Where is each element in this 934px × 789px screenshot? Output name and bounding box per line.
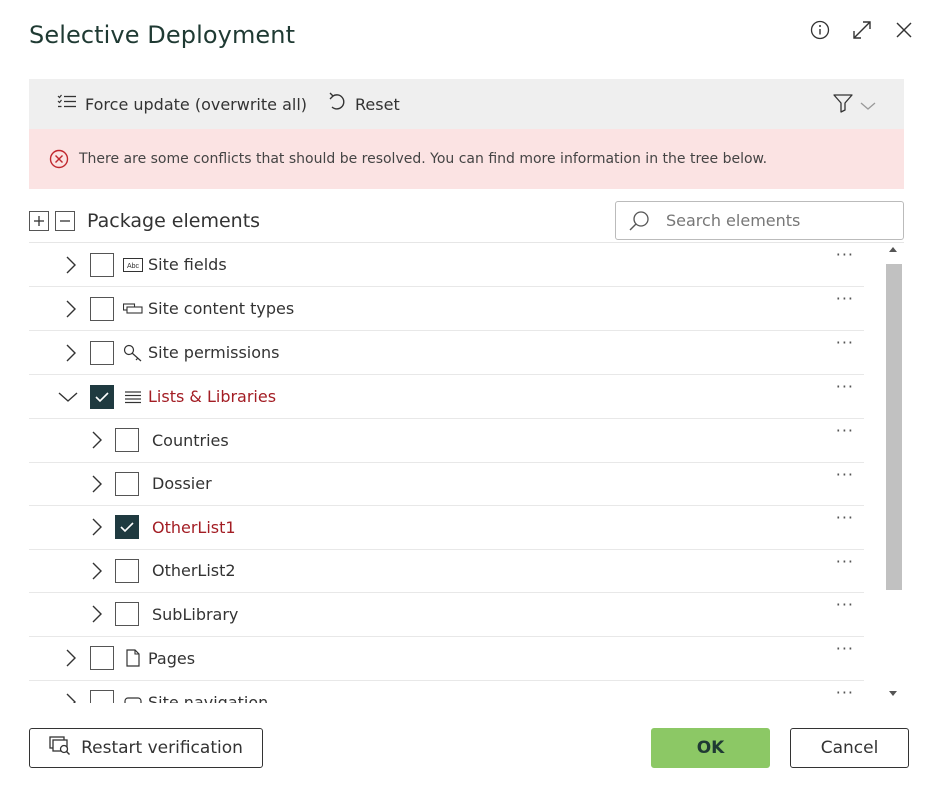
dialog-title: Selective Deployment bbox=[29, 21, 296, 49]
chevron-right-icon[interactable] bbox=[89, 604, 105, 624]
tree-child-row[interactable]: Countries ··· bbox=[29, 419, 864, 463]
tree-row[interactable]: Site content types ··· bbox=[29, 287, 864, 331]
scroll-up-arrow-icon[interactable] bbox=[889, 247, 897, 252]
tree-checkbox[interactable] bbox=[90, 252, 114, 277]
collapse-all-icon[interactable] bbox=[55, 211, 75, 231]
more-options-icon[interactable]: ··· bbox=[836, 553, 854, 569]
scroll-down-arrow-icon[interactable] bbox=[889, 691, 897, 696]
restart-verification-button[interactable]: Restart verification bbox=[29, 728, 263, 768]
tree-item-label: SubLibrary bbox=[152, 604, 239, 624]
tree-item-label: OtherList1 bbox=[152, 517, 236, 537]
page-icon bbox=[123, 649, 143, 667]
chevron-right-icon[interactable] bbox=[89, 474, 105, 494]
tree-checkbox[interactable] bbox=[115, 602, 139, 627]
chevron-down-icon bbox=[860, 96, 876, 115]
tree-row[interactable]: Lists & Libraries ··· bbox=[29, 375, 864, 419]
undo-icon bbox=[327, 92, 347, 116]
tree-row[interactable]: Site permissions ··· bbox=[29, 331, 864, 375]
tree-row[interactable]: Pages ··· bbox=[29, 637, 864, 681]
tree-item-label: Site permissions bbox=[148, 343, 280, 362]
chevron-right-icon[interactable] bbox=[63, 343, 79, 363]
chevron-down-icon[interactable] bbox=[57, 387, 79, 407]
search-box[interactable] bbox=[615, 201, 904, 240]
chevron-right-icon[interactable] bbox=[63, 692, 79, 703]
tree-item-label: Site fields bbox=[148, 255, 227, 274]
more-options-icon[interactable]: ··· bbox=[836, 510, 854, 526]
tree-checkbox[interactable] bbox=[90, 384, 114, 409]
chevron-right-icon[interactable] bbox=[63, 299, 79, 319]
tree-item-label: Site content types bbox=[148, 299, 295, 318]
reset-button[interactable]: Reset bbox=[327, 92, 400, 116]
verification-icon bbox=[49, 735, 71, 761]
tree-child-row[interactable]: SubLibrary ··· bbox=[29, 593, 864, 637]
filter-dropdown[interactable] bbox=[832, 93, 876, 117]
navigation-icon bbox=[123, 693, 143, 703]
package-tree: Abc Site fields ··· Site content types ··· Si… bbox=[29, 242, 904, 703]
alert-text: There are some conflicts that should be … bbox=[79, 151, 768, 167]
svg-text:Abc: Abc bbox=[127, 263, 140, 270]
more-options-icon[interactable]: ··· bbox=[836, 335, 854, 351]
more-options-icon[interactable]: ··· bbox=[836, 597, 854, 613]
text-field-icon: Abc bbox=[123, 256, 143, 274]
chevron-right-icon[interactable] bbox=[63, 648, 79, 668]
more-options-icon[interactable]: ··· bbox=[836, 640, 854, 656]
tree-child-row[interactable]: OtherList1 ··· bbox=[29, 506, 864, 550]
tree-checkbox[interactable] bbox=[90, 340, 114, 365]
chevron-right-icon[interactable] bbox=[89, 517, 105, 537]
tree-row[interactable]: Site navigation ··· bbox=[29, 681, 864, 704]
toolbar: Force update (overwrite all) Reset bbox=[29, 79, 904, 129]
tree-checkbox[interactable] bbox=[115, 558, 139, 583]
search-input[interactable] bbox=[666, 211, 886, 230]
tree-child-row[interactable]: OtherList2 ··· bbox=[29, 550, 864, 593]
close-icon[interactable] bbox=[892, 18, 916, 42]
conflict-alert: There are some conflicts that should be … bbox=[29, 129, 904, 189]
more-options-icon[interactable]: ··· bbox=[836, 291, 854, 307]
key-icon bbox=[123, 344, 143, 362]
expand-all-icon[interactable] bbox=[29, 211, 49, 231]
cancel-button[interactable]: Cancel bbox=[790, 728, 909, 768]
tree-item-label: OtherList2 bbox=[152, 561, 236, 581]
tree-item-label: Dossier bbox=[152, 474, 212, 494]
restart-verification-label: Restart verification bbox=[81, 738, 243, 758]
chevron-right-icon[interactable] bbox=[63, 255, 79, 275]
tree-checkbox[interactable] bbox=[90, 690, 114, 703]
content-type-icon bbox=[123, 300, 143, 318]
filter-icon bbox=[832, 93, 854, 117]
error-circle-icon bbox=[49, 149, 69, 169]
tree-item-label: Countries bbox=[152, 430, 229, 450]
chevron-right-icon[interactable] bbox=[89, 561, 105, 581]
info-icon[interactable] bbox=[808, 18, 832, 42]
tree-item-label: Site navigation bbox=[148, 692, 269, 704]
force-update-label: Force update (overwrite all) bbox=[85, 94, 308, 114]
reset-label: Reset bbox=[355, 94, 400, 114]
search-icon bbox=[628, 210, 650, 232]
ok-button[interactable]: OK bbox=[651, 728, 770, 768]
chevron-right-icon[interactable] bbox=[89, 430, 105, 450]
vertical-scrollbar[interactable] bbox=[884, 243, 904, 703]
force-update-button[interactable]: Force update (overwrite all) bbox=[57, 94, 307, 114]
more-options-icon[interactable]: ··· bbox=[836, 684, 854, 700]
checklist-icon bbox=[57, 94, 77, 114]
tree-item-label: Pages bbox=[148, 648, 196, 668]
tree-checkbox[interactable] bbox=[90, 296, 114, 321]
tree-checkbox[interactable] bbox=[115, 471, 139, 496]
tree-checkbox[interactable] bbox=[115, 515, 139, 540]
tree-child-row[interactable]: Dossier ··· bbox=[29, 463, 864, 506]
tree-list: Abc Site fields ··· Site content types ··· Si… bbox=[29, 243, 864, 703]
tree-row[interactable]: Abc Site fields ··· bbox=[29, 243, 864, 287]
tree-checkbox[interactable] bbox=[115, 428, 139, 453]
scrollbar-thumb[interactable] bbox=[886, 264, 902, 590]
package-title: Package elements bbox=[87, 210, 261, 232]
header-icons bbox=[808, 18, 916, 42]
tree-checkbox[interactable] bbox=[90, 646, 114, 670]
more-options-icon[interactable]: ··· bbox=[836, 466, 854, 482]
more-options-icon[interactable]: ··· bbox=[836, 247, 854, 263]
more-options-icon[interactable]: ··· bbox=[836, 423, 854, 439]
list-icon bbox=[123, 388, 143, 406]
package-header: Package elements bbox=[29, 200, 904, 242]
expand-icon[interactable] bbox=[850, 18, 874, 42]
tree-item-label: Lists & Libraries bbox=[148, 387, 277, 406]
more-options-icon[interactable]: ··· bbox=[836, 379, 854, 395]
